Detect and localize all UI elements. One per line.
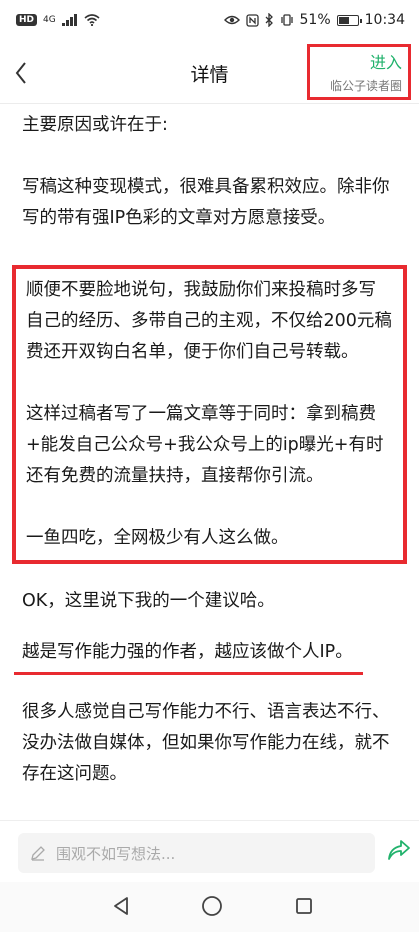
hd-badge: HD — [16, 14, 38, 26]
share-arrow-icon[interactable] — [387, 839, 411, 861]
bluetooth-icon — [265, 13, 273, 27]
underlined-paragraph: 越是写作能力强的作者，越应该做个人IP。 — [14, 637, 363, 675]
battery-percent: 51% — [299, 12, 331, 28]
paragraph: 主要原因或许在于: — [22, 115, 168, 135]
eye-icon — [223, 15, 240, 25]
system-nav-bar — [0, 882, 419, 932]
circle-name[interactable]: 临公子读者圈 — [310, 77, 402, 94]
enter-circle-button[interactable]: 进入 临公子读者圈 — [307, 44, 411, 100]
network-type: 4G — [43, 15, 56, 25]
paragraph: 一鱼四吃，全网极少有人这么做。 — [26, 528, 289, 548]
comment-placeholder: 围观不如写想法... — [56, 844, 176, 863]
enter-label[interactable]: 进入 — [310, 53, 402, 73]
pencil-icon — [31, 846, 45, 861]
battery-icon — [336, 14, 362, 26]
comment-input[interactable]: 围观不如写想法... — [18, 833, 375, 873]
paragraph: 很多人感觉自己写作能力不行、语言表达不行、没办法做自媒体，但如果你写作能力在线，… — [22, 702, 390, 784]
signal-icon — [61, 14, 77, 26]
paragraph: 这样过稿者写了一篇文章等于同时：拿到稿费+能发自己公众号+我公众号上的ip曝光+… — [26, 404, 384, 486]
article-body[interactable]: 主要原因或许在于: 写稿这种变现模式，很难具备累积效应。除非你写的带有强IP色彩… — [0, 104, 419, 820]
header: 详情 进入 临公子读者圈 — [0, 40, 419, 104]
clock: 10:34 — [364, 12, 405, 28]
triangle-back-icon[interactable] — [112, 896, 130, 916]
wifi-icon — [84, 14, 100, 26]
status-right: 51% 10:34 — [223, 12, 405, 28]
status-left: HD 4G — [16, 14, 100, 26]
paragraph: 顺便不要脸地说句，我鼓励你们来投稿时多写自己的经历、多带自己的主观，不仅给200… — [26, 280, 392, 362]
paragraph: OK，这里说下我的一个建议哈。 — [22, 591, 275, 611]
circle-home-icon[interactable] — [201, 895, 223, 917]
vibrate-icon — [280, 14, 293, 26]
square-recent-icon[interactable] — [295, 897, 313, 915]
status-bar: HD 4G 51% 10:34 — [0, 0, 419, 40]
nfc-icon — [245, 13, 259, 27]
paragraph: 写稿这种变现模式，很难具备累积效应。除非你写的带有强IP色彩的文章对方愿意接受。 — [22, 177, 390, 228]
comment-bar: 围观不如写想法... — [0, 820, 419, 882]
highlighted-section: 顺便不要脸地说句，我鼓励你们来投稿时多写自己的经历、多带自己的主观，不仅给200… — [12, 265, 407, 564]
underlined-section: 越是写作能力强的作者，越应该做个人IP。 — [14, 637, 397, 675]
